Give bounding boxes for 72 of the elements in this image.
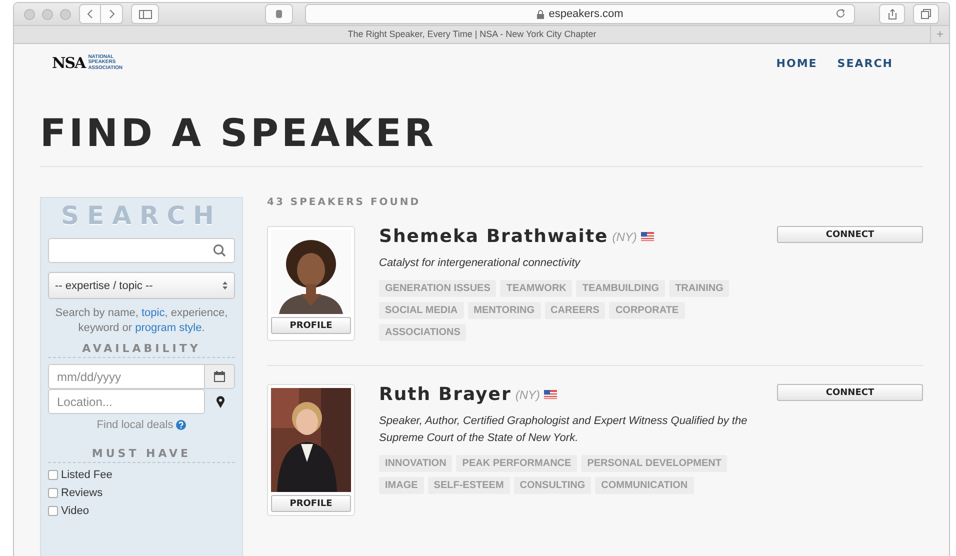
date-field[interactable]: mm/dd/yyyy [48, 364, 205, 389]
result-count: 43 SPEAKERS FOUND [267, 197, 422, 208]
topic-select[interactable]: -- expertise / topic -- [48, 272, 235, 299]
topic-tag[interactable]: IMAGE [379, 477, 424, 494]
flag-icon [640, 232, 654, 241]
checkbox[interactable] [48, 488, 58, 498]
topic-tag[interactable]: INNOVATION [379, 455, 452, 472]
speaker-name[interactable]: Ruth Brayer [379, 384, 512, 405]
topic-tag[interactable]: ASSOCIATIONS [379, 324, 466, 341]
topic-tag[interactable]: SELF-ESTEEM [428, 477, 510, 494]
reload-icon[interactable] [835, 8, 846, 19]
extension-icon [275, 9, 283, 19]
new-tab-button[interactable]: + [930, 26, 949, 43]
forward-button[interactable] [101, 4, 123, 24]
location-field[interactable]: Location... [48, 389, 205, 414]
topic-tag[interactable]: CORPORATE [609, 302, 685, 319]
section-title: AVAILABILITY [48, 342, 235, 358]
search-icon [213, 244, 226, 257]
speaker-name[interactable]: Shemeka Brathwaite [379, 226, 608, 247]
checkbox[interactable] [48, 506, 58, 516]
help-link[interactable]: topic [141, 307, 165, 319]
help-icon[interactable] [176, 420, 186, 430]
flag-icon [544, 390, 558, 399]
share-icon [888, 8, 896, 20]
profile-button[interactable]: PROFILE [271, 317, 351, 334]
search-field[interactable] [48, 238, 235, 263]
topic-tag[interactable]: PERSONAL DEVELOPMENT [581, 455, 728, 472]
map-pin-icon [216, 396, 224, 408]
lock-icon [536, 10, 544, 18]
nav-link[interactable]: HOME [776, 56, 818, 70]
topic-tag[interactable]: MENTORING [468, 302, 541, 319]
share-button[interactable] [879, 4, 905, 24]
topic-tag[interactable]: SOCIAL MEDIA [379, 302, 464, 319]
sidebar-button[interactable] [131, 4, 159, 24]
address-bar[interactable]: espeakers.com [305, 4, 855, 24]
speaker-state: (NY) [515, 388, 540, 402]
nav-link[interactable]: SEARCH [837, 56, 893, 70]
sidebar-icon [138, 10, 152, 18]
topic-tag[interactable]: GENERATION ISSUES [379, 280, 496, 297]
section-title: MUST HAVE [48, 447, 235, 463]
connect-button[interactable]: CONNECT [777, 226, 923, 243]
help-text: Search by name, topic, experience, keyword or program style. [54, 306, 229, 336]
extension-button[interactable] [265, 4, 293, 24]
tab-title[interactable]: The Right Speaker, Every Time | NSA - New York City Chapter [14, 26, 930, 43]
help-link[interactable]: program style [135, 322, 202, 334]
filter-label: Video [61, 505, 89, 517]
calendar-button[interactable] [205, 364, 235, 389]
topic-tag[interactable]: CONSULTING [514, 477, 592, 494]
topic-tag[interactable]: TEAMBUILDING [576, 280, 666, 297]
profile-button[interactable]: PROFILE [271, 495, 351, 512]
topic-tag[interactable]: PEAK PERFORMANCE [456, 455, 578, 472]
speaker-state: (NY) [612, 230, 637, 244]
select-arrows-icon [222, 281, 228, 290]
chevron-right-icon [108, 9, 114, 19]
local-deals-text: Find local deals [96, 419, 174, 431]
filter-label: Reviews [61, 487, 103, 499]
topic-tag[interactable]: CAREERS [544, 302, 606, 319]
filter-label: Listed Fee [61, 469, 112, 481]
checkbox[interactable] [48, 470, 58, 480]
logo-mark: NSA [52, 54, 86, 72]
tabs-icon [921, 9, 931, 19]
page-heading: FIND A SPEAKER [40, 110, 923, 167]
chevron-left-icon [87, 9, 93, 19]
topic-tag[interactable]: TRAINING [669, 280, 730, 297]
topic-tag[interactable]: TEAMWORK [500, 280, 572, 297]
speaker-tagline: Catalyst for intergenerational connectivity [379, 256, 582, 271]
connect-button[interactable]: CONNECT [777, 384, 923, 401]
tabs-button[interactable] [913, 4, 939, 24]
calendar-icon [214, 371, 225, 382]
back-button[interactable] [79, 4, 101, 24]
topic-tag[interactable]: COMMUNICATION [595, 477, 694, 494]
speaker-tagline: Speaker, Author, Certified Graphologist and Expert Witness Qualified by the Supreme Court of the State of New York. [379, 414, 748, 446]
